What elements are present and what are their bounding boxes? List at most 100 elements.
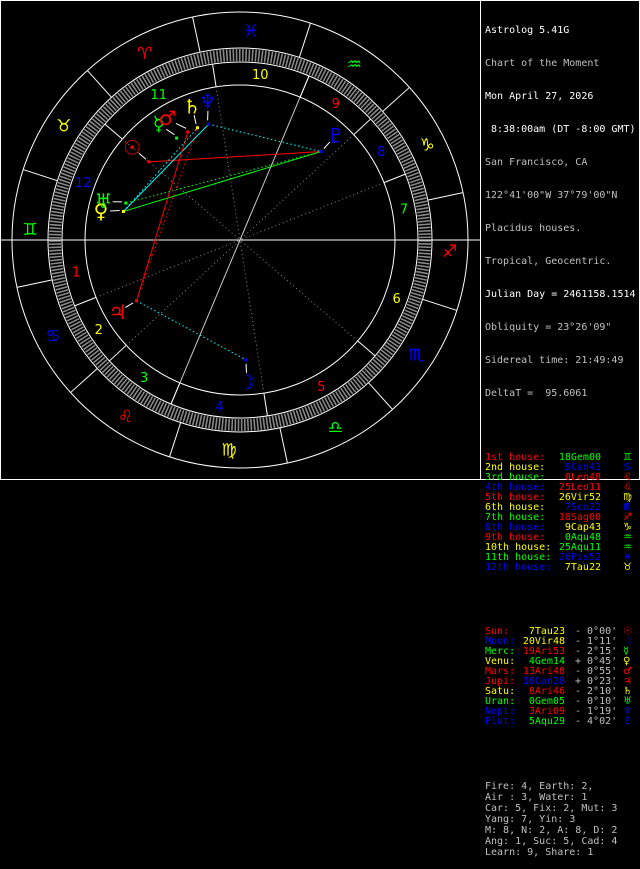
chart-name: Chart of the Moment [485, 58, 637, 69]
house-row: 7th house:18Sag00♐︎ [485, 513, 637, 523]
house-number: 2 [95, 323, 103, 338]
aspect-line [209, 124, 321, 151]
planet-position: 3Ari09 [529, 707, 565, 717]
pisces-icon: ♓︎ [623, 553, 632, 563]
aquarius-icon: ♒︎ [623, 533, 632, 543]
house-cusp: 25Leo11 [559, 483, 601, 493]
leo-icon: ♌︎ [118, 407, 133, 427]
planet-position: 20Vir48 [523, 637, 565, 647]
moon-icon: ☽︎ [238, 370, 256, 394]
house-row: 9th house: 0Aqu48 ♒︎ [485, 533, 637, 543]
sun-icon: ☉︎ [623, 627, 632, 637]
house-cusp-guide [240, 135, 354, 240]
planet-marker [207, 123, 210, 126]
house-cusp: 0Aqu48 [565, 533, 601, 543]
planet-row: Satu:8Ari46- 2°10'♄︎ [485, 687, 637, 697]
house-label: 5th house: [485, 493, 545, 503]
house-label: 12th house: [485, 563, 551, 573]
sign-cusp-line [71, 368, 98, 392]
sidereal-time: Sidereal time: 21:49:49 [485, 355, 637, 366]
pluto-icon: ♇︎ [327, 123, 345, 147]
stat-line: Fire: 4, Earth: 2, [485, 781, 637, 792]
sign-cusp-line [299, 23, 310, 57]
planet-position: 18Can28 [523, 677, 565, 687]
house-number: 11 [150, 88, 167, 103]
house-cusp-line [75, 297, 96, 306]
aquarius-icon: ♒︎ [347, 55, 362, 75]
planet-name: Plut: [485, 717, 515, 727]
planet-row: Venu:4Gem14+ 0°45'♀︎ [485, 657, 637, 667]
house-cusp-line [358, 341, 375, 356]
sagittarius-icon: ♐︎ [623, 513, 632, 523]
house-cusp: 7Sco22 [565, 503, 601, 513]
planet-name: Venu: [485, 657, 515, 667]
stat-line: Ang: 1, Suc: 5, Cad: 4 [485, 836, 637, 847]
house-row: 10th house:25Aqu11♒︎ [485, 543, 637, 553]
house-number: 5 [317, 380, 325, 395]
planet-row: Uran:0Gem05- 0°10'♅︎ [485, 697, 637, 707]
scorpio-icon: ♏︎ [408, 345, 423, 365]
house-cusp: 7Tau22 [565, 563, 601, 573]
house-label: 9th house: [485, 533, 545, 543]
element-stats: Fire: 4, Earth: 2,Air : 3, Water: 1Car: … [485, 781, 637, 858]
sign-cusp-line [428, 193, 463, 200]
planet-latitude: - 4°02' [575, 717, 617, 727]
house-cusp-line [384, 174, 405, 183]
house-cusp: 9Cap43 [565, 523, 601, 533]
house-number: 3 [140, 371, 148, 386]
aries-icon: ♈︎ [137, 44, 152, 64]
planet-name: Satu: [485, 687, 515, 697]
planet-name: Jupi: [485, 677, 515, 687]
aspect-line [137, 128, 198, 301]
house-label: 8th house: [485, 523, 545, 533]
planet-marker [175, 137, 178, 140]
planet-name: Merc: [485, 647, 515, 657]
pluto-icon: ♇︎ [623, 717, 632, 727]
house-label: 11th house: [485, 553, 551, 563]
planet-row: Moon:20Vir48- 1°11'☽︎ [485, 637, 637, 647]
planet-leader-line [166, 129, 174, 134]
house-cusp-line [171, 383, 180, 404]
house-cusp-guide [216, 87, 240, 240]
house-row: 6th house:7Sco22♏︎ [485, 503, 637, 513]
planet-latitude: - 2°15' [575, 647, 617, 657]
jupiter-icon: ♃︎ [623, 677, 632, 687]
obliquity: Obliquity = 23°26'09" [485, 322, 637, 333]
location: San Francisco, CA [485, 157, 637, 168]
libra-icon: ♎︎ [328, 418, 343, 438]
house-number: 7 [400, 203, 408, 218]
planet-latitude: + 0°45' [575, 657, 617, 667]
sign-cusp-line [87, 71, 111, 98]
coordinates: 122°41'00"W 37°79'00"N [485, 190, 637, 201]
house-label: 3rd house: [485, 473, 545, 483]
planet-marker [135, 299, 138, 302]
planet-leader-line [176, 123, 186, 128]
house-cusp: 25Aqu11 [559, 543, 601, 553]
planet-latitude: - 2°10' [575, 687, 617, 697]
info-panel: Astrolog 5.41G Chart of the Moment Mon A… [485, 3, 637, 869]
planet-row: Merc:19Ari53- 2°15'☿︎ [485, 647, 637, 657]
house-cusp: 26Pis52 [559, 553, 601, 563]
scorpio-icon: ♏︎ [623, 503, 632, 513]
house-cusp-guide [126, 240, 240, 345]
julian-day: Julian Day = 2461158.1514 [485, 289, 637, 300]
planet-position-list: Sun:7Tau23- 0°00'☉︎Moon:20Vir48- 1°11'☽︎… [485, 627, 637, 727]
planet-name: Sun: [485, 627, 509, 637]
delta-t: DeltaT = 95.6061 [485, 388, 637, 399]
house-cusp-line [213, 64, 217, 87]
house-cusp-line [264, 393, 268, 416]
leo-icon: ♌︎ [623, 473, 632, 483]
house-number: 4 [216, 400, 224, 415]
house-cusp-line [354, 119, 371, 135]
house-cusp-list: 1st house:18Gem00♊︎2nd house:9Can43♋︎3rd… [485, 453, 637, 573]
mercury-icon: ☿︎ [623, 647, 629, 657]
planet-marker [196, 126, 199, 129]
house-label: 4th house: [485, 483, 545, 493]
house-number: 12 [75, 176, 92, 191]
house-number: 6 [392, 292, 400, 307]
planet-latitude: - 0°55' [575, 667, 617, 677]
astrology-wheel: ♈︎♉︎♊︎♋︎♌︎♍︎♎︎♏︎♐︎♑︎♒︎♓︎123456789101112☉… [0, 0, 480, 480]
planet-latitude: - 1°11' [575, 637, 617, 647]
house-row: 11th house: 26Pis52 ♓︎ [485, 553, 637, 563]
house-cusp-line [105, 124, 122, 139]
